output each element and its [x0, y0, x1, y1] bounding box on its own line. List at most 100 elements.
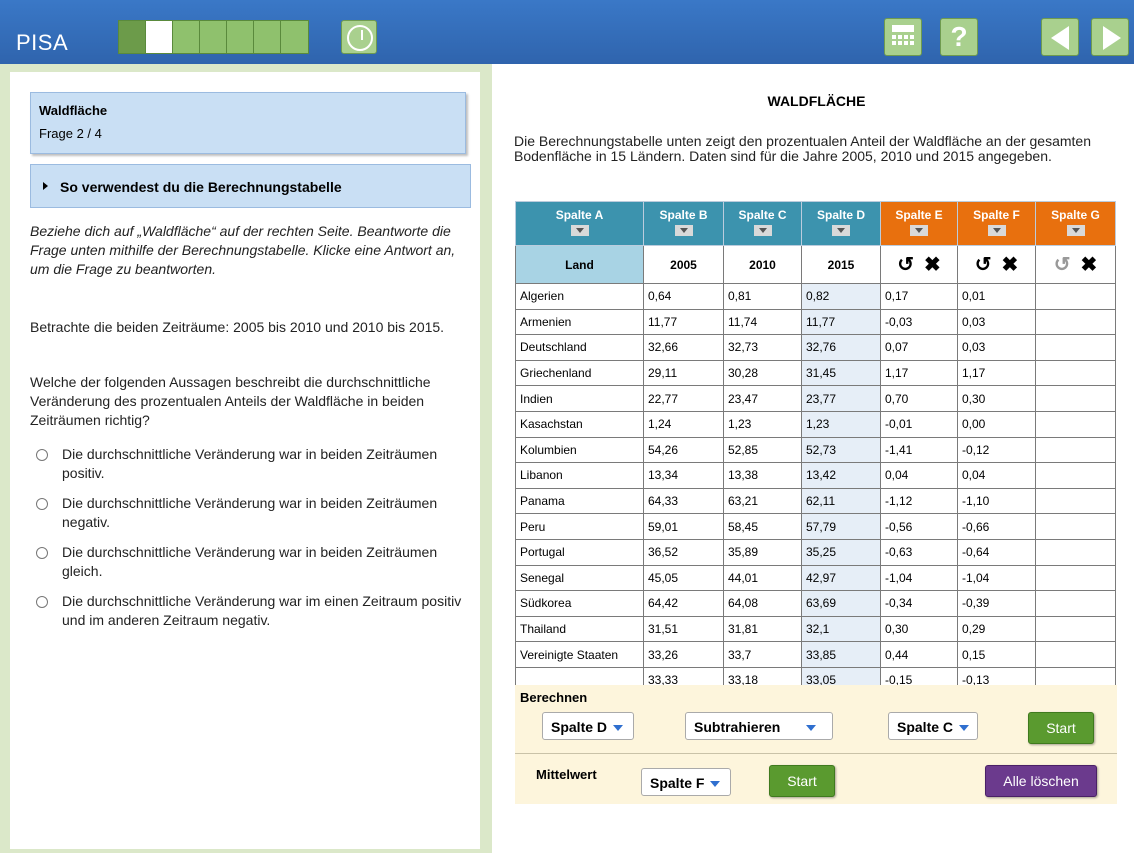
undo-icon[interactable]: ↺ — [975, 252, 992, 277]
table-cell: -1,12 — [880, 487, 958, 515]
table-cell: Thailand — [515, 615, 644, 643]
answer-option[interactable]: Die durchschnittliche Veränderung war im… — [36, 592, 466, 630]
dropdown-icon[interactable] — [1066, 225, 1085, 236]
table-cell: 32,1 — [801, 615, 881, 643]
table-cell: Griechenland — [515, 359, 644, 387]
table-cell: 0,01 — [957, 283, 1036, 310]
table-cell — [1035, 513, 1116, 540]
table-cell: Armenien — [515, 308, 644, 336]
undo-icon[interactable]: ↺ — [897, 252, 914, 277]
column-header-c[interactable]: Spalte C — [723, 201, 802, 246]
table-cell: 22,77 — [643, 385, 724, 412]
table-cell: 0,04 — [880, 462, 958, 489]
next-button[interactable] — [1091, 18, 1129, 56]
dropdown-icon[interactable] — [570, 225, 589, 236]
table-cell — [1035, 436, 1116, 464]
table-cell: 13,34 — [643, 462, 724, 489]
subheader-2005: 2005 — [643, 245, 724, 284]
table-cell — [1035, 487, 1116, 515]
table-cell: 52,73 — [801, 436, 881, 464]
dropdown-icon[interactable] — [753, 225, 772, 236]
table-cell: Südkorea — [515, 590, 644, 617]
instructions-text: Beziehe dich auf „Waldfläche“ auf der re… — [30, 223, 456, 277]
radio-button[interactable] — [36, 498, 48, 510]
column-header-g[interactable]: Spalte G — [1035, 201, 1116, 246]
answer-options: Die durchschnittliche Veränderung war in… — [36, 445, 466, 641]
mean-start-button[interactable]: Start — [769, 765, 835, 797]
operand2-select[interactable]: Spalte C — [888, 712, 978, 740]
table-cell: 59,01 — [643, 513, 724, 540]
dropdown-icon[interactable] — [832, 225, 850, 236]
answer-option[interactable]: Die durchschnittliche Veränderung war in… — [36, 494, 466, 532]
table-cell — [1035, 641, 1116, 668]
table-cell: 0,81 — [723, 283, 802, 310]
question-header: Waldfläche Frage 2 / 4 — [30, 92, 466, 154]
progress-bar — [118, 20, 309, 54]
howto-accordion[interactable]: So verwendest du die Berechnungstabelle — [30, 164, 471, 208]
chevron-down-icon — [806, 725, 817, 731]
column-header-d[interactable]: Spalte D — [801, 201, 881, 246]
timer-button[interactable] — [341, 20, 377, 54]
table-cell — [1035, 462, 1116, 489]
table-cell — [1035, 359, 1116, 387]
radio-button[interactable] — [36, 449, 48, 461]
table-cell — [1035, 410, 1116, 438]
table-cell: -0,01 — [880, 410, 958, 438]
table-row: Senegal 45,05 44,01 42,97 -1,04 -1,04 — [515, 564, 1116, 592]
operation-select[interactable]: Subtrahieren — [685, 712, 833, 740]
chevron-down-icon — [959, 725, 970, 731]
progress-segment — [254, 21, 281, 53]
answer-option[interactable]: Die durchschnittliche Veränderung war in… — [36, 445, 466, 483]
table-row: Kasachstan 1,24 1,23 1,23 -0,01 0,00 — [515, 410, 1116, 438]
table-cell — [1035, 590, 1116, 617]
table-row: Portugal 36,52 35,89 35,25 -0,63 -0,64 — [515, 538, 1116, 566]
table-cell: 64,08 — [723, 590, 802, 617]
howto-label: So verwendest du die Berechnungstabelle — [60, 179, 342, 195]
table-cell: 1,17 — [957, 359, 1036, 387]
close-icon[interactable]: ✖ — [1081, 252, 1098, 277]
table-cell: -1,04 — [957, 564, 1036, 592]
table-cell: 52,85 — [723, 436, 802, 464]
table-row: Algerien 0,64 0,81 0,82 0,17 0,01 — [515, 283, 1116, 310]
answer-option[interactable]: Die durchschnittliche Veränderung war in… — [36, 543, 466, 581]
table-cell: -1,10 — [957, 487, 1036, 515]
table-row: Griechenland 29,11 30,28 31,45 1,17 1,17 — [515, 359, 1116, 387]
table-cell: Deutschland — [515, 334, 644, 361]
operand1-select[interactable]: Spalte D — [542, 712, 634, 740]
column-header-b[interactable]: Spalte B — [643, 201, 724, 246]
radio-button[interactable] — [36, 596, 48, 608]
dropdown-icon[interactable] — [987, 225, 1006, 236]
table-cell: 0,29 — [957, 615, 1036, 643]
column-header-e[interactable]: Spalte E — [880, 201, 958, 246]
left-panel-frame: Waldfläche Frage 2 / 4 So verwendest du … — [0, 64, 492, 853]
close-icon[interactable]: ✖ — [924, 252, 941, 277]
clear-all-button[interactable]: Alle löschen — [985, 765, 1097, 797]
dropdown-icon[interactable] — [674, 225, 693, 236]
table-cell: -1,41 — [880, 436, 958, 464]
table-cell: 13,38 — [723, 462, 802, 489]
start-button[interactable]: Start — [1028, 712, 1094, 744]
close-icon[interactable]: ✖ — [1002, 252, 1019, 277]
table-cell: Peru — [515, 513, 644, 540]
table-cell: Libanon — [515, 462, 644, 489]
help-button[interactable]: ? — [940, 18, 978, 56]
table-cell: 23,47 — [723, 385, 802, 412]
radio-button[interactable] — [36, 547, 48, 559]
table-cell: -0,34 — [880, 590, 958, 617]
progress-segment-current — [146, 21, 173, 53]
table-cell: 35,89 — [723, 538, 802, 566]
mean-column-select[interactable]: Spalte F — [641, 768, 731, 796]
calculator-button[interactable] — [884, 18, 922, 56]
previous-button[interactable] — [1041, 18, 1079, 56]
table-cell: 35,25 — [801, 538, 881, 566]
table-cell: Panama — [515, 487, 644, 515]
table-cell: 0,30 — [880, 615, 958, 643]
table-row: Libanon 13,34 13,38 13,42 0,04 0,04 — [515, 462, 1116, 489]
dropdown-icon[interactable] — [910, 225, 928, 236]
subheader-2015: 2015 — [801, 245, 881, 284]
column-header-f[interactable]: Spalte F — [957, 201, 1036, 246]
table-cell: 0,04 — [957, 462, 1036, 489]
question-text: Welche der folgenden Aussagen beschreibt… — [30, 374, 431, 428]
column-header-a[interactable]: Spalte A — [515, 201, 644, 246]
table-cell: 62,11 — [801, 487, 881, 515]
